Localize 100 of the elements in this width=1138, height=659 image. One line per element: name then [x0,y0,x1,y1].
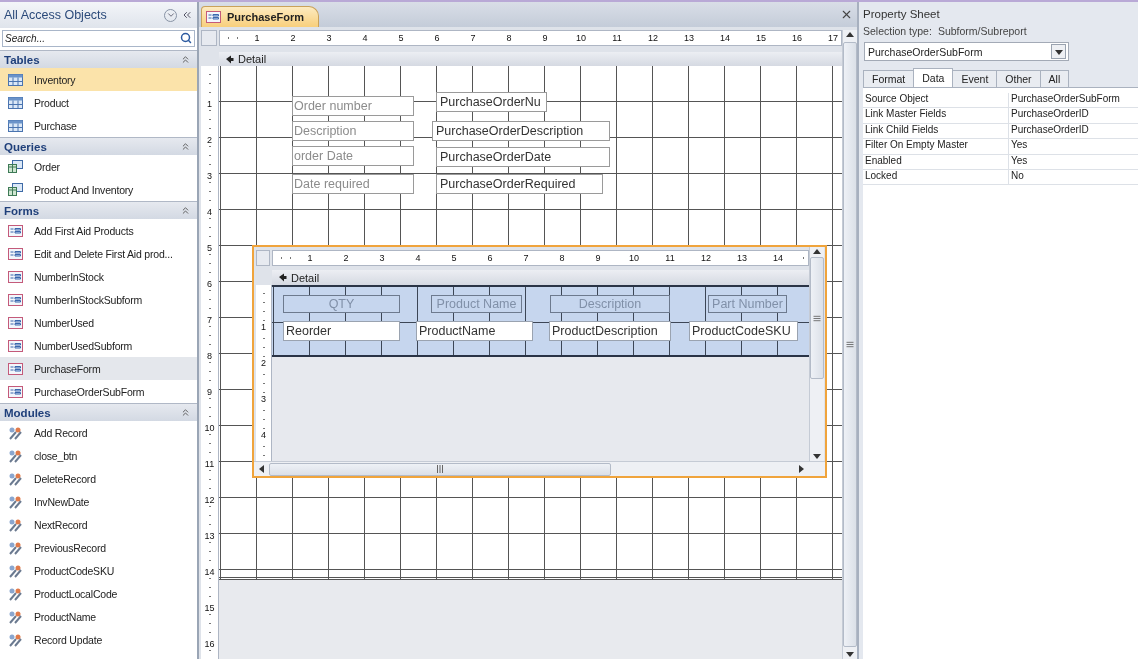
table-icon [8,73,23,86]
section-icon [225,54,234,64]
nav-item-label: Product [34,96,69,109]
text-box[interactable]: PurchaseOrderDate [436,147,610,167]
nav-item-label: PurchaseForm [34,362,101,375]
subform-control[interactable]: 1 2 3 4 5 6 7 8 9 10 11 12 13 14 Detail 1 2 3 4 QTY Reorder Product Name ProductName Description ProductDescription Part Number ProductCodeSKU [252,245,827,478]
property-tab[interactable]: Data [913,68,954,87]
search-icon[interactable] [180,32,192,44]
property-value[interactable]: PurchaseOrderID [1009,123,1138,139]
panel-title: Property Sheet [862,8,941,22]
nav-item-label: NumberUsedSubform [34,339,133,352]
table-icon [8,119,23,132]
collapse-icon[interactable] [180,141,191,152]
module-icon [8,494,23,509]
group-header[interactable]: Tables [0,50,197,68]
form-label[interactable]: Date required [292,174,414,194]
module-icon [8,632,23,647]
property-value[interactable]: Yes [1009,139,1138,154]
vertical-scrollbar[interactable] [842,30,857,659]
scroll-left-icon[interactable] [257,464,267,474]
text-box[interactable]: PurchaseOrderDescription [432,121,610,141]
vertical-ruler: 1 2 3 4 [256,285,272,461]
scroll-right-icon[interactable] [796,464,806,474]
form-icon [206,11,221,23]
form-icon [8,339,23,352]
nav-title: All Access Objects [4,8,108,22]
group-header[interactable]: Modules [0,403,197,421]
selection-type-label: Selection type: [863,25,932,39]
collapse-icon[interactable] [181,9,193,21]
scroll-grip-icon [436,465,444,473]
nav-item-label: ProductLocalCode [34,587,118,600]
module-icon [8,609,23,624]
search-field[interactable]: Search... [2,30,195,47]
collapse-icon[interactable] [180,407,191,418]
nav-item-label: Order [34,160,60,173]
section-title: Detail [238,53,267,65]
property-value[interactable]: No [1009,169,1138,185]
horizontal-ruler: 1 2 3 4 5 6 7 8 9 10 11 12 13 14 15 16 17 [219,30,842,46]
form-icon [8,293,23,306]
section-icon [278,273,287,282]
nav-item-label: InvNewDate [34,495,90,508]
text-box[interactable]: PurchaseOrderRequired [436,174,603,194]
nav-item[interactable]: PurchaseForm [0,357,197,380]
query-icon [8,160,23,173]
object-dropdown[interactable]: PurchaseOrderSubForm [864,42,1069,61]
collapse-icon[interactable] [180,205,191,216]
nav-item-label: NextRecord [34,518,88,531]
vertical-scrollbar[interactable] [809,247,824,461]
close-icon[interactable] [840,8,853,21]
property-value[interactable]: PurchaseOrderSubForm [1009,93,1138,108]
group-header[interactable]: Forms [0,201,197,219]
text-box[interactable]: Reorder [283,321,400,341]
form-icon [8,362,23,375]
property-name: Link Master Fields [863,108,1009,123]
nav-item-label: Edit and Delete First Aid prod... [34,247,173,260]
property-value[interactable]: PurchaseOrderID [1009,108,1138,123]
query-icon [8,183,23,196]
property-name: Locked [863,169,1009,185]
form-label[interactable]: Description [292,121,414,141]
text-box[interactable]: ProductDescription [549,321,671,341]
property-tab[interactable]: Format [863,70,915,87]
scroll-down-icon[interactable] [845,649,855,659]
form-icon [8,316,23,329]
nav-item-label: ProductCodeSKU [34,564,115,577]
property-tab[interactable]: Event [952,70,998,87]
form-label[interactable]: Order number [292,96,414,116]
text-box[interactable]: PurchaseOrderNu [436,92,547,112]
table-icon [8,96,23,109]
horizontal-scrollbar[interactable] [254,461,825,476]
module-icon [8,517,23,532]
form-label[interactable]: order Date [292,146,414,166]
module-icon [8,540,23,555]
text-box[interactable]: ProductCodeSKU [689,321,798,341]
property-name: Enabled [863,154,1009,169]
text-box[interactable]: ProductName [416,321,533,341]
module-icon [8,586,23,601]
nav-item-label: Add Record [34,426,88,439]
selection-type: Subform/Subreport [937,25,1027,39]
scroll-grip-icon [846,341,854,348]
nav-item-label: Add First Aid Products [34,224,134,237]
form-icon [8,247,23,260]
nav-item-label: PurchaseOrderSubForm [34,385,145,398]
document-tab[interactable]: PurchaseForm [201,6,320,27]
nav-item-label: Inventory [34,73,76,86]
property-value[interactable]: Yes [1009,154,1138,169]
collapse-icon[interactable] [180,54,191,65]
property-name: Source Object [863,93,1009,108]
nav-item[interactable]: Inventory [0,68,197,91]
form-icon [8,270,23,283]
module-icon [8,471,23,486]
scroll-up-icon[interactable] [845,30,855,40]
property-tab[interactable]: All [1039,70,1070,87]
scroll-grip-icon [813,314,821,322]
module-icon [8,425,23,440]
nav-item-label: Record Update [34,633,103,646]
nav-item-label: Purchase [34,119,77,132]
group-header[interactable]: Queries [0,137,197,155]
form-icon [8,385,23,398]
property-tab[interactable]: Other [996,70,1041,87]
form-icon [8,224,23,237]
